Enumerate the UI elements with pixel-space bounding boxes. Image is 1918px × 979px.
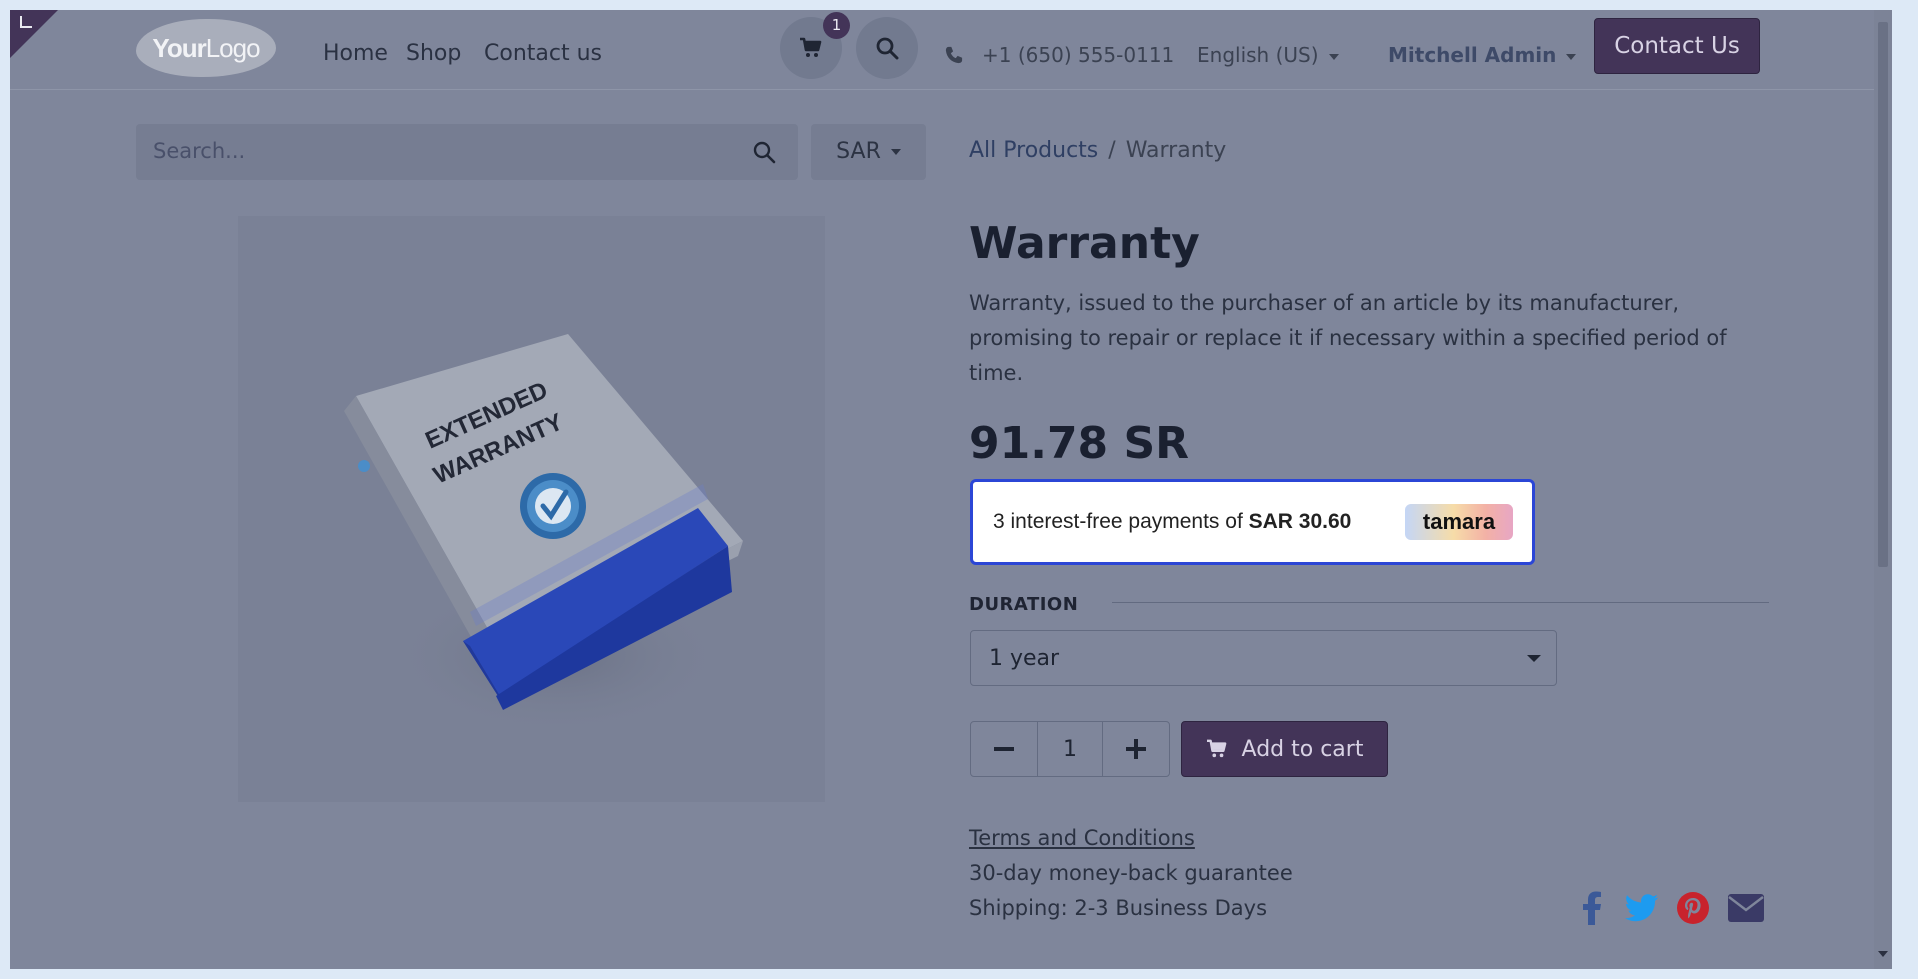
email-share[interactable] — [1728, 890, 1764, 926]
quantity-decrease-button[interactable] — [971, 722, 1037, 776]
tamara-amount: SAR 30.60 — [1248, 510, 1352, 533]
breadcrumb: All Products / Warranty — [969, 138, 1226, 163]
search-icon[interactable] — [752, 140, 776, 164]
cart-icon — [800, 37, 822, 57]
product-image[interactable]: EXTENDED WARRANTY — [238, 216, 825, 802]
twitter-icon — [1625, 894, 1658, 922]
twitter-share[interactable] — [1625, 890, 1659, 926]
shipping-text: Shipping: 2-3 Business Days — [969, 896, 1268, 920]
nav-contact-us[interactable]: Contact us — [484, 41, 602, 66]
chevron-down-icon — [1566, 53, 1577, 60]
product-description: Warranty, issued to the purchaser of an … — [969, 291, 1727, 385]
add-to-cart-button[interactable]: Add to cart — [1181, 721, 1388, 777]
duration-select[interactable]: 1 year — [970, 630, 1557, 686]
guarantee-text: 30-day money-back guarantee — [969, 861, 1293, 885]
search-toggle-button[interactable] — [856, 17, 918, 79]
currency-selector[interactable]: SAR — [811, 124, 926, 180]
add-to-cart-label: Add to cart — [1241, 736, 1364, 762]
search-placeholder: Search... — [153, 139, 246, 163]
pinterest-icon — [1677, 892, 1709, 924]
attribute-label: DURATION — [969, 594, 1079, 615]
tamara-installment-text: 3 interest-free payments of SAR 30.60 — [993, 510, 1352, 533]
cart-icon — [1206, 739, 1226, 758]
chevron-down-icon — [1328, 53, 1339, 60]
page-overlay: YourLogo Home Shop Contact us 1 +1 (650) — [10, 10, 1892, 969]
contact-us-button[interactable]: Contact Us — [1594, 18, 1760, 74]
tamara-logo: tamara — [1405, 504, 1513, 540]
product-price: 91.78 SR — [969, 418, 1190, 469]
facebook-icon — [1583, 891, 1601, 925]
quantity-increase-button[interactable] — [1103, 722, 1169, 776]
user-menu[interactable]: Mitchell Admin — [1388, 43, 1577, 67]
breadcrumb-current: Warranty — [1125, 138, 1227, 163]
email-icon — [1728, 894, 1764, 922]
nav-shop[interactable]: Shop — [406, 41, 461, 66]
scroll-down-arrow-icon[interactable] — [1878, 951, 1888, 957]
phone-icon — [945, 45, 963, 69]
phone-number[interactable]: +1 (650) 555-0111 — [982, 43, 1174, 67]
pinterest-share[interactable] — [1677, 890, 1709, 926]
breadcrumb-all-products[interactable]: All Products — [969, 138, 1098, 163]
search-icon — [876, 37, 899, 60]
duration-selected-value: 1 year — [989, 646, 1060, 671]
breadcrumb-separator: / — [1108, 138, 1116, 163]
chevron-down-icon — [1527, 655, 1541, 662]
tamara-widget[interactable]: 3 interest-free payments of SAR 30.60 ta… — [970, 479, 1535, 565]
scrollbar-thumb[interactable] — [1878, 22, 1888, 567]
language-selector[interactable]: English (US) — [1197, 43, 1339, 67]
quantity-input[interactable]: 1 — [1037, 722, 1103, 776]
nav-home[interactable]: Home — [323, 41, 388, 66]
product-search: Search... — [136, 124, 798, 180]
terms-and-conditions-link[interactable]: Terms and Conditions — [969, 826, 1195, 850]
chevron-down-icon — [890, 149, 901, 155]
facebook-share[interactable] — [1582, 890, 1602, 926]
product-title: Warranty — [969, 218, 1200, 269]
attribute-divider — [1112, 602, 1769, 603]
cart-count-badge: 1 — [823, 12, 850, 39]
site-header: YourLogo Home Shop Contact us 1 +1 (650) — [10, 10, 1892, 90]
minus-icon — [994, 747, 1014, 751]
quantity-stepper: 1 — [970, 721, 1170, 777]
page-scrollbar[interactable] — [1874, 10, 1892, 969]
site-logo[interactable]: YourLogo — [136, 19, 276, 77]
plus-icon — [1126, 739, 1146, 759]
